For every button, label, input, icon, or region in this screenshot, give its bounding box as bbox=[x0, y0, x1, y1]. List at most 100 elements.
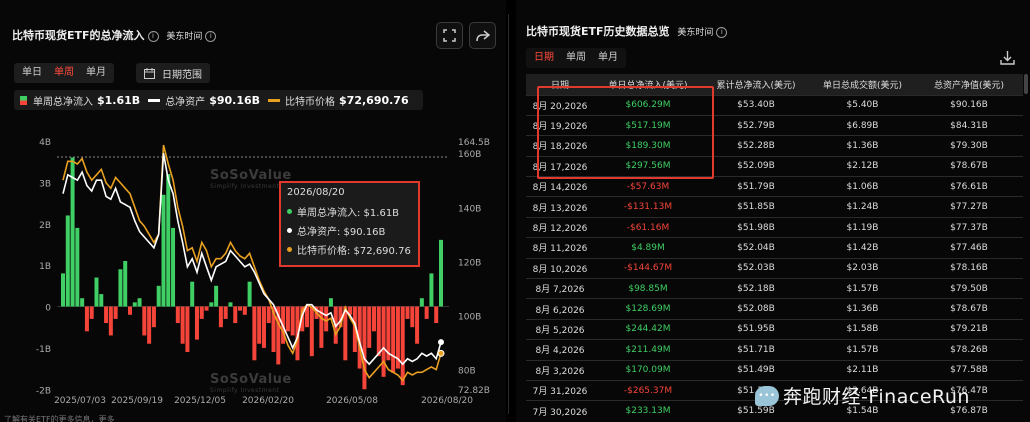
table-cell: $4.89M bbox=[594, 237, 702, 259]
tooltip-row-price: 比特币价格: $72,690.76 bbox=[287, 242, 412, 257]
y-tick-label: -1B bbox=[36, 345, 51, 355]
table-cell: $1.42B bbox=[810, 237, 915, 259]
inflow-bar bbox=[75, 227, 80, 307]
table-cell: -$265.37M bbox=[594, 379, 702, 401]
dot-icon bbox=[287, 209, 292, 214]
y-right-tick-label: 140B bbox=[458, 204, 481, 214]
table-cell: $1.24B bbox=[810, 196, 915, 218]
inflow-bar bbox=[391, 306, 396, 373]
x-tick-label: 2025/07/03 bbox=[54, 396, 106, 406]
table-cell: $170.09M bbox=[594, 359, 702, 381]
inflow-bar bbox=[209, 302, 214, 307]
author-credit: ••• 奔跑财经-FinaceRun bbox=[755, 382, 970, 409]
timezone-label: 美东时间 bbox=[677, 28, 714, 38]
table-row[interactable]: 8月 12,2026 -$61.16M $51.98B $1.19B $77.37B bbox=[526, 216, 1023, 238]
table-cell: $1.19B bbox=[810, 216, 915, 238]
table-row[interactable]: 8月 3,2026 $170.09M $51.49B $2.11B $77.58B bbox=[526, 359, 1023, 381]
table-scrollbar[interactable] bbox=[1024, 74, 1028, 94]
x-tick-label: 2026/02/20 bbox=[242, 396, 294, 406]
credit-text: 奔跑财经-FinaceRun bbox=[783, 386, 970, 408]
table-cell: $233.13M bbox=[594, 400, 702, 422]
table-cell: $51.79B bbox=[702, 176, 810, 197]
table-cell: -$144.67M bbox=[594, 257, 702, 279]
history-table-panel: 比特币现货ETF历史数据总览 美东时间 i 日期 单周 单月 日期 单日总净流入(美… bbox=[516, 0, 1030, 422]
table-cell: $90.16B bbox=[915, 94, 1023, 116]
table-cell: 8月 4,2026 bbox=[526, 339, 594, 361]
inflow-bar bbox=[113, 306, 118, 319]
x-tick-label: 2026/08/20 bbox=[421, 396, 473, 406]
panel-divider bbox=[508, 14, 509, 414]
inflow-bar bbox=[309, 306, 314, 357]
table-cell: 7月 31,2026 bbox=[526, 379, 594, 401]
inflow-bar bbox=[70, 157, 75, 307]
table-row[interactable]: 8月 13,2026 -$131.13M $51.85B $1.24B $77.27B bbox=[526, 196, 1023, 218]
y-right-tick-label: 80B bbox=[458, 367, 476, 377]
inflow-bar bbox=[376, 306, 381, 357]
dot-icon bbox=[287, 247, 292, 252]
tab-daily[interactable]: 日期 bbox=[528, 48, 560, 68]
chat-logo-icon: ••• bbox=[755, 385, 779, 406]
table-cell: 8月 7,2026 bbox=[526, 278, 594, 299]
y-tick-label: 1B bbox=[39, 262, 51, 272]
inflow-bar bbox=[84, 306, 89, 332]
table-cell: $1.57B bbox=[810, 278, 915, 299]
panel-title-text: 比特币现货ETF历史数据总览 bbox=[526, 25, 670, 38]
inflow-bar bbox=[439, 239, 443, 307]
table-row[interactable]: 8月 4,2026 $211.49M $51.71B $1.57B $78.26B bbox=[526, 339, 1023, 361]
inflow-bar bbox=[242, 306, 247, 315]
timezone-info-icon[interactable]: i bbox=[716, 27, 728, 38]
table-row[interactable]: 8月 10,2026 -$144.67M $52.03B $2.03B $78.16B bbox=[526, 257, 1023, 279]
footnote-link[interactable]: 了解有关ETF的更多信息，更多 bbox=[4, 414, 115, 422]
column-header: 总资产净值(美元) bbox=[915, 74, 1023, 95]
table-cell: $1.06B bbox=[810, 176, 915, 197]
table-row[interactable]: 8月 5,2026 $244.42M $51.95B $1.58B $79.21B bbox=[526, 318, 1023, 340]
table-cell: $79.30B bbox=[915, 135, 1023, 157]
table-cell: $51.98B bbox=[702, 216, 810, 238]
y-right-tick-label: 160B bbox=[458, 150, 481, 160]
inflow-bar bbox=[127, 306, 132, 315]
inflow-chart: 4B 3B 2B 1B 0 -1B -2B 164.5B 160B 140B 120B 100B 80B… bbox=[36, 138, 490, 406]
inflow-bar bbox=[118, 269, 123, 307]
y-tick-label: 0 bbox=[45, 304, 51, 314]
table-cell: $78.26B bbox=[915, 339, 1023, 361]
table-cell: $84.31B bbox=[915, 114, 1023, 136]
table-cell: $52.18B bbox=[702, 278, 810, 299]
table-row[interactable]: 8月 14,2026 -$57.63M $51.79B $1.06B $76.61B bbox=[526, 176, 1023, 197]
inflow-bar bbox=[424, 306, 429, 319]
inflow-bar bbox=[199, 306, 204, 319]
inflow-bar bbox=[261, 306, 266, 348]
table-cell: 7月 30,2026 bbox=[526, 400, 594, 422]
download-icon[interactable] bbox=[1000, 50, 1015, 69]
y-right-tick-label: 164.5B bbox=[458, 138, 490, 148]
table-row[interactable]: 8月 7,2026 $98.85M $52.18B $1.57B $79.50B bbox=[526, 278, 1023, 299]
assets-marker bbox=[438, 339, 444, 346]
table-cell: $77.37B bbox=[915, 216, 1023, 238]
table-cell: 8月 12,2026 bbox=[526, 216, 594, 238]
inflow-bar bbox=[381, 306, 386, 377]
table-cell: $52.03B bbox=[702, 257, 810, 279]
right-panel-title: 比特币现货ETF历史数据总览 美东时间 i bbox=[526, 23, 728, 39]
inflow-bar bbox=[123, 260, 128, 307]
inflow-bar bbox=[99, 294, 104, 307]
table-row[interactable]: 8月 11,2026 $4.89M $52.04B $1.42B $77.46B bbox=[526, 237, 1023, 259]
inflow-bar bbox=[419, 298, 424, 307]
inflow-bar bbox=[214, 285, 219, 307]
table-cell: $52.04B bbox=[702, 237, 810, 259]
dot-icon bbox=[287, 228, 292, 233]
tooltip-row-assets: 总净资产: $90.16B bbox=[287, 223, 412, 238]
x-tick-label: 2026/05/08 bbox=[326, 396, 378, 406]
tab-weekly[interactable]: 单周 bbox=[560, 48, 592, 68]
table-cell: 8月 3,2026 bbox=[526, 359, 594, 381]
table-row[interactable]: 8月 6,2026 $128.69M $52.08B $1.36B $78.67B bbox=[526, 298, 1023, 320]
inflow-bar bbox=[194, 306, 199, 340]
inflow-bar bbox=[410, 306, 415, 328]
inflow-bar bbox=[324, 306, 329, 332]
tab-monthly[interactable]: 单月 bbox=[592, 48, 624, 68]
y-tick-label: 2B bbox=[39, 221, 51, 231]
inflow-bar bbox=[151, 306, 156, 328]
table-cell: $77.46B bbox=[915, 237, 1023, 259]
inflow-bar bbox=[290, 306, 295, 336]
inflow-bar bbox=[185, 306, 190, 353]
table-cell: $1.36B bbox=[810, 298, 915, 320]
table-cell: $52.09B bbox=[702, 155, 810, 177]
